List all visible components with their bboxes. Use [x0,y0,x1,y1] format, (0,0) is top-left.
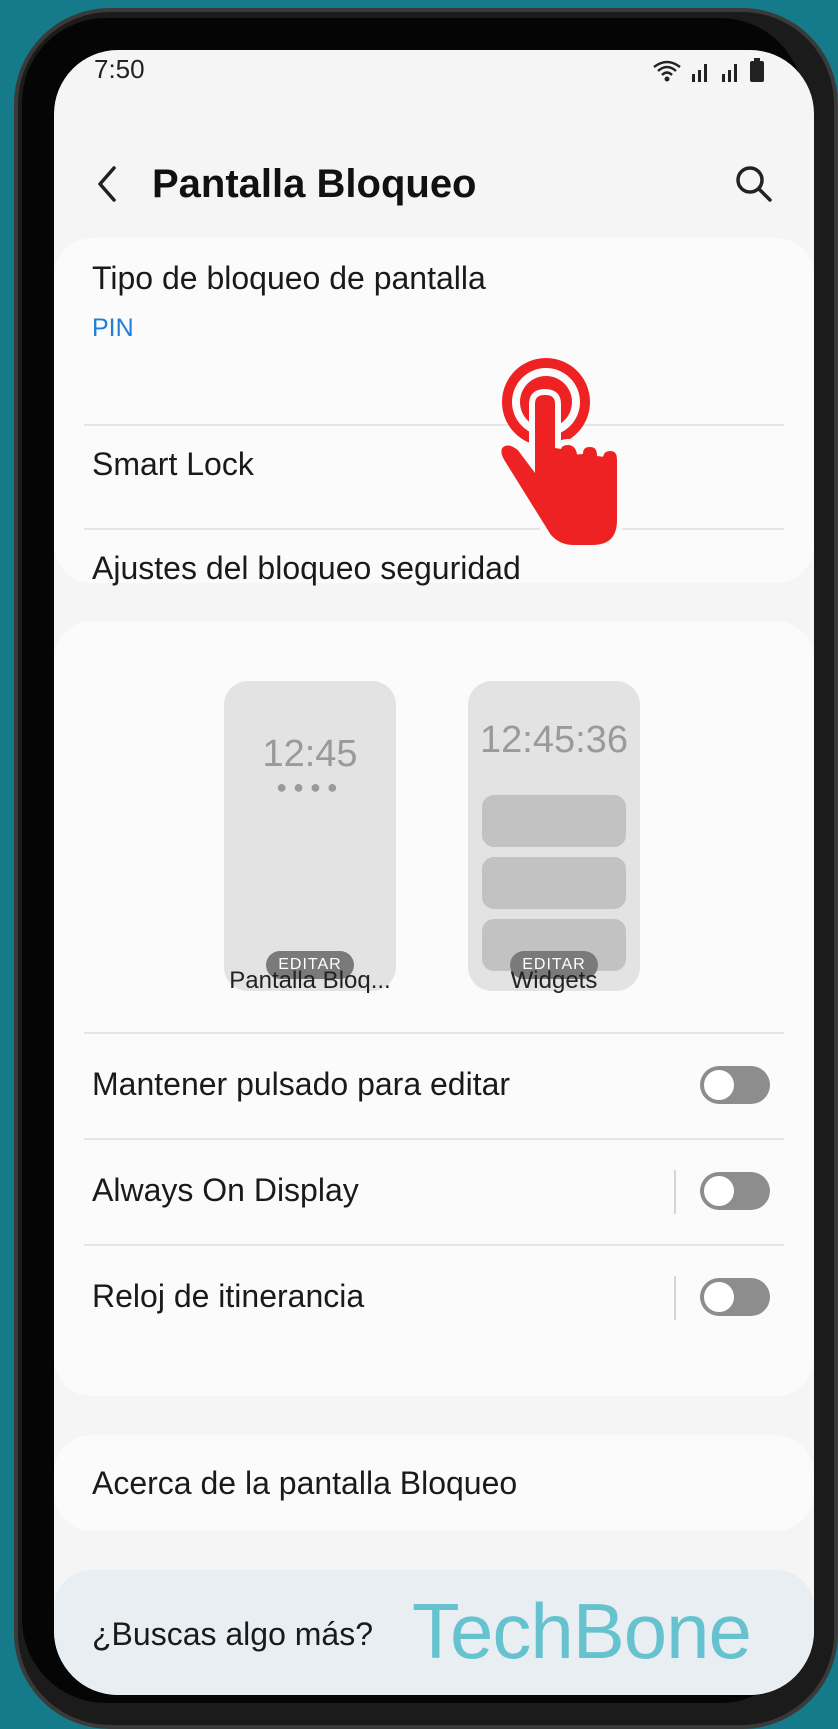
about-card: Acerca de la pantalla Bloqueo [54,1435,814,1531]
about-lock-screen-label: Acerca de la pantalla Bloqueo [92,1465,518,1501]
hold-to-edit-item[interactable]: Mantener pulsado para editar [54,1034,814,1138]
roaming-clock-label: Reloj de itinerancia [92,1278,365,1314]
lock-screen-preview[interactable]: 12:45 ●●●● EDITAR [224,681,396,991]
app-header: Pantalla Bloqueo [54,140,814,230]
status-bar: 7:50 [54,50,814,110]
about-lock-screen-item[interactable]: Acerca de la pantalla Bloqueo [54,1435,814,1531]
signal-icon [692,64,707,82]
preview-clock: 12:45 [262,733,358,775]
search-icon [736,166,772,202]
lock-settings-card: Tipo de bloqueo de pantalla PIN Smart Lo… [54,238,814,586]
signal-icon-2 [722,64,737,82]
widgets-preview-clock: 12:45:36 [480,719,628,761]
smart-lock-item[interactable]: Smart Lock [54,426,814,530]
widgets-preview[interactable]: 12:45:36 EDITAR [468,681,640,991]
back-button[interactable] [88,160,128,208]
widget-placeholder [482,857,626,909]
toggle-knob [702,1068,736,1102]
wifi-icon [653,60,681,82]
hold-to-edit-label: Mantener pulsado para editar [92,1066,511,1102]
vertical-separator [674,1276,676,1320]
status-icons [652,58,764,82]
toggle-knob [702,1174,736,1208]
hold-to-edit-toggle[interactable] [700,1066,770,1104]
widgets-preview-label: Widgets [510,967,598,994]
toggle-knob [702,1280,736,1314]
search-button[interactable] [732,162,776,206]
roaming-clock-toggle[interactable] [700,1278,770,1316]
screen-lock-type-value: PIN [92,314,134,342]
chevron-left-icon [98,166,116,202]
always-on-display-toggle[interactable] [700,1172,770,1210]
secure-lock-settings-label: Ajustes del bloqueo seguridad [92,550,521,586]
screen-lock-type-label: Tipo de bloqueo de pantalla [92,260,486,296]
smart-lock-label: Smart Lock [92,446,254,482]
techbone-watermark: TechBone [412,1587,752,1675]
secure-lock-settings-item[interactable]: Ajustes del bloqueo seguridad [54,530,814,586]
always-on-display-item[interactable]: Always On Display [54,1140,814,1244]
phone-screen: 7:50 Pantalla Bloqueo Tipo de bloqueo de… [54,50,814,1695]
page-title: Pantalla Bloqueo [152,162,477,206]
pin-dots: ●●●● [276,777,344,797]
battery-icon [750,58,764,82]
lock-screen-customize-card: 12:45 ●●●● EDITAR Pantalla Bloq... 12:45… [54,621,814,1396]
widget-placeholder [482,795,626,847]
tap-hand-icon [495,358,623,551]
always-on-display-label: Always On Display [92,1172,359,1208]
roaming-clock-item[interactable]: Reloj de itinerancia [54,1246,814,1350]
lock-screen-preview-label: Pantalla Bloq... [229,967,391,994]
vertical-separator [674,1170,676,1214]
screen-lock-type-item[interactable]: Tipo de bloqueo de pantalla PIN [54,238,814,366]
status-time: 7:50 [94,54,145,84]
looking-for-more-label: ¿Buscas algo más? [92,1616,374,1652]
